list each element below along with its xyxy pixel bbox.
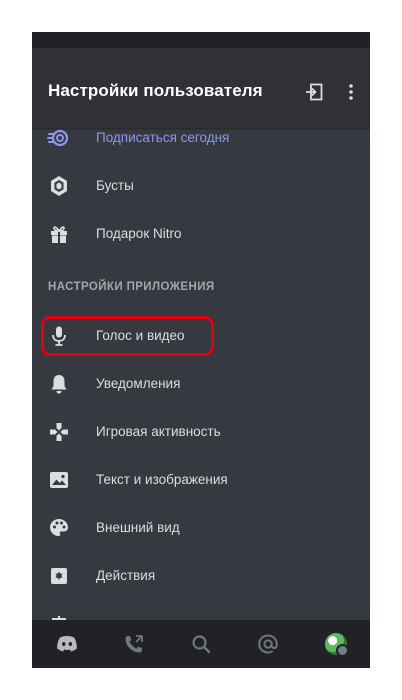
nav-friends-button[interactable] <box>122 632 146 656</box>
menu-item-subscribe[interactable]: Подписаться сегодня <box>32 116 370 160</box>
gamepad-icon <box>47 420 71 444</box>
palette-icon <box>47 516 71 540</box>
mentions-icon <box>258 634 278 654</box>
phone-screen: Настройки пользователя Подписаться сегод… <box>32 32 370 668</box>
menu-item-boosts[interactable]: Бусты <box>32 164 370 208</box>
page-title: Настройки пользователя <box>48 81 263 100</box>
nav-profile-button[interactable] <box>324 632 349 657</box>
nitro-icon <box>47 126 71 150</box>
menu-item-label: Уведомления <box>96 376 181 391</box>
bottom-navigation <box>32 620 370 668</box>
status-bar <box>32 32 370 48</box>
menu-item-accessibility[interactable]: Действия <box>32 554 370 598</box>
search-icon <box>192 635 211 654</box>
nav-search-button[interactable] <box>189 632 213 656</box>
menu-item-game-activity[interactable]: Игровая активность <box>32 410 370 454</box>
highlight-frame <box>41 316 214 356</box>
logout-icon <box>306 83 323 101</box>
logout-button[interactable] <box>302 80 326 104</box>
menu-item-label: Бусты <box>96 178 134 193</box>
menu-item-label: Действия <box>96 568 156 583</box>
menu-item-label: Игровая активность <box>96 424 221 439</box>
accessibility-icon <box>47 564 71 588</box>
image-icon <box>47 468 71 492</box>
more-vertical-icon <box>349 84 353 100</box>
menu-item-label: Внешний вид <box>96 520 180 535</box>
friends-icon <box>125 635 143 653</box>
discord-home-icon <box>57 636 77 652</box>
status-indicator <box>336 644 349 657</box>
menu-item-label: Текст и изображения <box>96 472 228 487</box>
nav-home-button[interactable] <box>55 632 79 656</box>
menu-item-appearance[interactable]: Внешний вид <box>32 506 370 550</box>
menu-item-label: Подарок Nitro <box>96 226 182 241</box>
menu-item-gift-nitro[interactable]: Подарок Nitro <box>32 212 370 256</box>
section-title-app-settings: НАСТРОЙКИ ПРИЛОЖЕНИЯ <box>48 281 215 293</box>
bell-icon <box>47 372 71 396</box>
profile-avatar <box>325 633 349 657</box>
nav-mentions-button[interactable] <box>256 632 280 656</box>
boost-icon <box>47 174 71 198</box>
menu-item-text-images[interactable]: Текст и изображения <box>32 458 370 502</box>
more-options-button[interactable] <box>339 80 363 104</box>
menu-item-notifications[interactable]: Уведомления <box>32 362 370 406</box>
gift-icon <box>47 222 71 246</box>
menu-item-label: Подписаться сегодня <box>96 130 230 145</box>
